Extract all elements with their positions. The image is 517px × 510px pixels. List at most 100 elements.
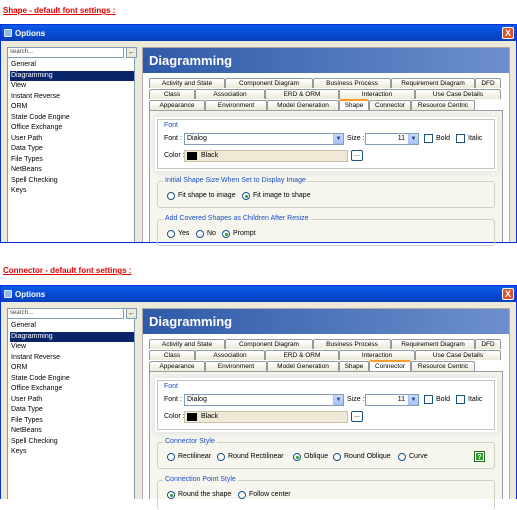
tree-item-diagramming[interactable]: Diagramming: [10, 331, 134, 342]
search-input[interactable]: search...: [7, 308, 124, 319]
size-select[interactable]: 11 ▼: [365, 394, 419, 406]
tree-item-office-exchange[interactable]: Office Exchange: [10, 384, 134, 395]
options-window-connector: Options X search... ← General Diagrammin…: [0, 285, 517, 510]
tab-shape[interactable]: Shape: [339, 361, 369, 371]
radio-prompt[interactable]: [222, 230, 230, 238]
bold-checkbox[interactable]: [424, 395, 433, 404]
tab-class[interactable]: Class: [149, 89, 195, 99]
font-select[interactable]: Dialog ▼: [184, 394, 344, 406]
tree-item-instant-reverse[interactable]: Instant Reverse: [10, 92, 134, 103]
tree-item-state-code-engine[interactable]: State Code Engine: [10, 113, 134, 124]
radio-rectilinear[interactable]: [167, 453, 175, 461]
close-button[interactable]: X: [502, 27, 514, 39]
radio-follow-center[interactable]: [238, 491, 246, 499]
tab-activity-and-state[interactable]: Activity and State: [149, 78, 225, 88]
tab-dfd[interactable]: DFD: [475, 339, 501, 349]
radio-label: Oblique: [304, 453, 329, 460]
tab-resource-centric[interactable]: Resource Centric: [411, 361, 475, 371]
tree-item-general[interactable]: General: [10, 321, 134, 332]
font-label: Font :: [164, 396, 182, 403]
tab-use-case-details[interactable]: Use Case Details: [415, 350, 501, 360]
tab-environment[interactable]: Environment: [205, 100, 267, 110]
tree-item-file-types[interactable]: File Types: [10, 416, 134, 427]
tab-connector[interactable]: Connector: [369, 100, 411, 110]
size-select[interactable]: 11 ▼: [365, 133, 419, 145]
page-title: Diagramming: [143, 48, 509, 73]
tree-item-view[interactable]: View: [10, 342, 134, 353]
tab-business-process[interactable]: Business Process: [313, 339, 391, 349]
radio-round-the-shape[interactable]: [167, 491, 175, 499]
tree-item-view[interactable]: View: [10, 81, 134, 92]
color-field[interactable]: Black: [184, 411, 348, 423]
group-label: Initial Shape Size When Set to Display I…: [163, 177, 308, 184]
font-group-label: Font: [164, 122, 179, 129]
tree-item-instant-reverse[interactable]: Instant Reverse: [10, 353, 134, 364]
color-browse-button[interactable]: ...: [351, 150, 363, 161]
color-browse-button[interactable]: ...: [351, 411, 363, 422]
tab-erd-orm[interactable]: ERD & ORM: [265, 89, 339, 99]
radio-round-oblique[interactable]: [333, 453, 341, 461]
tree-item-file-types[interactable]: File Types: [10, 155, 134, 166]
tree-item-office-exchange[interactable]: Office Exchange: [10, 123, 134, 134]
tree-item-spell-checking[interactable]: Spell Checking: [10, 176, 134, 187]
tab-dfd[interactable]: DFD: [475, 78, 501, 88]
tree-item-diagramming[interactable]: Diagramming: [10, 70, 134, 81]
tab-association[interactable]: Association: [195, 350, 265, 360]
radio-no[interactable]: [196, 230, 204, 238]
radio-round-rectilinear[interactable]: [217, 453, 225, 461]
search-input[interactable]: search...: [7, 47, 124, 58]
tree-item-user-path[interactable]: User Path: [10, 395, 134, 406]
tab-class[interactable]: Class: [149, 350, 195, 360]
search-clear-button[interactable]: ←: [126, 47, 137, 58]
tab-component-diagram[interactable]: Component Diagram: [225, 78, 313, 88]
color-field[interactable]: Black: [184, 150, 348, 162]
tab-requirement-diagram[interactable]: Requirement Diagram: [391, 339, 475, 349]
tab-use-case-details[interactable]: Use Case Details: [415, 89, 501, 99]
tree-item-netbeans[interactable]: NetBeans: [10, 165, 134, 176]
tree-item-netbeans[interactable]: NetBeans: [10, 426, 134, 437]
radio-fit-image-to-shape[interactable]: [242, 192, 250, 200]
tab-component-diagram[interactable]: Component Diagram: [225, 339, 313, 349]
group-label: Add Covered Shapes as Children After Res…: [163, 215, 311, 222]
tab-appearance[interactable]: Appearance: [149, 361, 205, 371]
tree-item-data-type[interactable]: Data Type: [10, 144, 134, 155]
help-icon[interactable]: ?: [475, 452, 484, 461]
radio-fit-shape-to-image[interactable]: [167, 192, 175, 200]
tab-connector[interactable]: Connector: [369, 360, 411, 371]
radio-curve[interactable]: [398, 453, 406, 461]
tree-item-data-type[interactable]: Data Type: [10, 405, 134, 416]
tab-business-process[interactable]: Business Process: [313, 78, 391, 88]
tab-environment[interactable]: Environment: [205, 361, 267, 371]
italic-checkbox[interactable]: [456, 395, 465, 404]
tree-item-keys[interactable]: Keys: [10, 447, 134, 458]
tab-shape[interactable]: Shape: [339, 99, 369, 110]
tab-model-generation[interactable]: Model Generation: [267, 100, 339, 110]
tab-model-generation[interactable]: Model Generation: [267, 361, 339, 371]
radio-yes[interactable]: [167, 230, 175, 238]
search-clear-button[interactable]: ←: [126, 308, 137, 319]
tab-resource-centric[interactable]: Resource Centric: [411, 100, 475, 110]
tree-item-user-path[interactable]: User Path: [10, 134, 134, 145]
tree-item-orm[interactable]: ORM: [10, 363, 134, 374]
tab-appearance[interactable]: Appearance: [149, 100, 205, 110]
tree-item-general[interactable]: General: [10, 60, 134, 71]
tab-interaction[interactable]: Interaction: [339, 89, 415, 99]
tab-requirement-diagram[interactable]: Requirement Diagram: [391, 78, 475, 88]
close-button[interactable]: X: [502, 288, 514, 300]
window-title: Options: [15, 28, 46, 38]
title-bar[interactable]: Options: [1, 25, 516, 41]
radio-oblique[interactable]: [293, 453, 301, 461]
tab-interaction[interactable]: Interaction: [339, 350, 415, 360]
tree-item-spell-checking[interactable]: Spell Checking: [10, 437, 134, 448]
tab-activity-and-state[interactable]: Activity and State: [149, 339, 225, 349]
tree-item-keys[interactable]: Keys: [10, 186, 134, 197]
italic-checkbox[interactable]: [456, 134, 465, 143]
title-bar[interactable]: Options: [1, 286, 516, 302]
tree-item-orm[interactable]: ORM: [10, 102, 134, 113]
tree-item-state-code-engine[interactable]: State Code Engine: [10, 374, 134, 385]
tab-association[interactable]: Association: [195, 89, 265, 99]
font-select[interactable]: Dialog ▼: [184, 133, 344, 145]
tab-erd-orm[interactable]: ERD & ORM: [265, 350, 339, 360]
bold-checkbox[interactable]: [424, 134, 433, 143]
radio-label: Follow center: [249, 491, 291, 498]
